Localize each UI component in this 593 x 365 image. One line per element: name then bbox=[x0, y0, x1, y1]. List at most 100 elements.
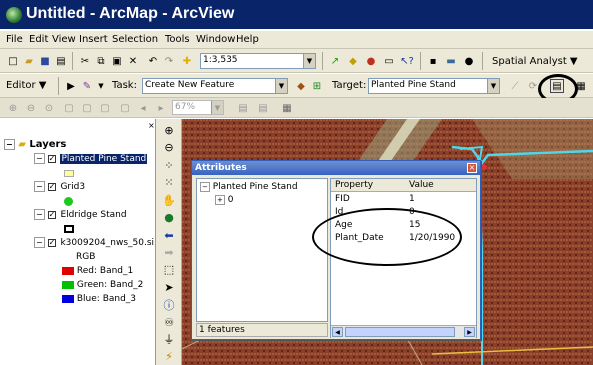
menu-file[interactable]: File bbox=[6, 34, 23, 45]
binoculars-icon[interactable]: ♾ bbox=[161, 316, 177, 330]
zoom-in-page-icon[interactable]: ⊕ bbox=[6, 101, 20, 115]
select-arrow-icon[interactable]: ➤ bbox=[161, 281, 177, 295]
fixed-zoom-icon[interactable]: ▢ bbox=[80, 101, 94, 115]
layers-root[interactable]: − ▰ Layers bbox=[4, 139, 66, 150]
collapse-icon[interactable]: − bbox=[34, 153, 45, 164]
layer-planted-pine-stand[interactable]: − ✓ Planted Pine Stand bbox=[34, 153, 148, 164]
table-row[interactable]: FID 1 bbox=[331, 194, 476, 206]
new-document-icon[interactable]: □ bbox=[6, 54, 20, 68]
split-tool-icon[interactable]: ⟋ bbox=[508, 79, 522, 93]
zoom-out-icon[interactable]: ⊖ bbox=[161, 141, 177, 155]
globe-icon[interactable]: ● bbox=[161, 211, 177, 225]
chevron-down-icon[interactable]: ▼ bbox=[487, 79, 499, 93]
collapse-icon[interactable]: − bbox=[34, 209, 45, 220]
collapse-icon[interactable]: − bbox=[34, 181, 45, 192]
menu-insert[interactable]: Insert bbox=[79, 34, 108, 45]
zoom-in-icon[interactable]: ⊕ bbox=[161, 124, 177, 138]
delete-icon[interactable]: ✕ bbox=[126, 54, 140, 68]
arctoolbox-icon[interactable]: ◆ bbox=[346, 54, 360, 68]
value-cell[interactable]: 1 bbox=[409, 194, 415, 204]
fixed-zoom-out-icon[interactable]: ▢ bbox=[98, 101, 112, 115]
visibility-checkbox[interactable]: ✓ bbox=[47, 182, 56, 191]
cut-icon[interactable]: ✂ bbox=[78, 54, 92, 68]
collapse-icon[interactable]: − bbox=[200, 182, 210, 192]
eldridge-symbol[interactable] bbox=[64, 225, 74, 233]
disk-icon[interactable]: ● bbox=[462, 54, 476, 68]
paste-icon[interactable]: ▣ bbox=[110, 54, 124, 68]
scroll-right-icon[interactable]: ▶ bbox=[464, 327, 475, 337]
horizontal-scrollbar[interactable]: ◀ ▶ bbox=[331, 325, 476, 338]
arccatalog-icon[interactable]: ● bbox=[364, 54, 378, 68]
focus-frame-icon[interactable]: ▤ bbox=[256, 101, 270, 115]
identify-icon[interactable]: ⓘ bbox=[161, 299, 177, 313]
layer-grid3[interactable]: − ✓ Grid3 bbox=[34, 181, 85, 192]
task-combo[interactable]: Create New Feature ▼ bbox=[142, 78, 288, 94]
save-icon[interactable]: ■ bbox=[38, 54, 52, 68]
measure-icon[interactable]: ⏚ bbox=[161, 333, 177, 347]
layer-eldridge-stand[interactable]: − ✓ Eldridge Stand bbox=[34, 209, 127, 220]
tree-item-feature[interactable]: + 0 bbox=[215, 195, 233, 205]
fixed-zoom-in-icon[interactable]: ⁘ bbox=[161, 159, 177, 173]
edit-tool-icon[interactable]: ▶ bbox=[64, 79, 78, 93]
sketch-tool-icon[interactable]: ✎ bbox=[80, 79, 94, 93]
zoom-combo[interactable]: 67% ▼ bbox=[172, 100, 224, 115]
close-icon[interactable]: × bbox=[148, 121, 155, 130]
scroll-left-icon[interactable]: ◀ bbox=[332, 327, 343, 337]
tree-root[interactable]: − Planted Pine Stand bbox=[200, 182, 298, 192]
visibility-checkbox[interactable]: ✓ bbox=[47, 210, 56, 219]
visibility-checkbox[interactable]: ✓ bbox=[47, 154, 56, 163]
editor-toolbar-icon[interactable]: ↗ bbox=[328, 54, 342, 68]
spatial-analyst-menu[interactable]: Spatial Analyst ▼ bbox=[492, 56, 578, 67]
menu-view[interactable]: View bbox=[52, 34, 76, 45]
add-data-icon[interactable]: ✚ bbox=[180, 54, 194, 68]
column-header-property[interactable]: Property bbox=[335, 180, 373, 190]
change-layout-icon[interactable]: ▦ bbox=[280, 101, 294, 115]
pine-stand-symbol[interactable] bbox=[64, 170, 74, 177]
pan-icon[interactable]: ✋ bbox=[161, 194, 177, 208]
attributes-pencil-icon[interactable]: ◆ bbox=[294, 79, 308, 93]
menu-window[interactable]: Window bbox=[196, 34, 235, 45]
editor-menu[interactable]: Editor ▼ bbox=[6, 80, 46, 91]
map-scale-combo[interactable]: 1:3,535 ▼ bbox=[200, 53, 316, 69]
menu-selection[interactable]: Selection bbox=[112, 34, 158, 45]
toggle-draft-icon[interactable]: ▤ bbox=[236, 101, 250, 115]
forward-icon[interactable]: ➡ bbox=[161, 246, 177, 260]
scroll-thumb[interactable] bbox=[345, 327, 455, 337]
zoom-out-page-icon[interactable]: ⊖ bbox=[24, 101, 38, 115]
chevron-down-icon[interactable]: ▼ bbox=[275, 79, 287, 93]
zoom-100-icon[interactable]: ▢ bbox=[118, 101, 132, 115]
back-icon[interactable]: ⬅ bbox=[161, 229, 177, 243]
camera-icon[interactable]: ▪ bbox=[426, 54, 440, 68]
collapse-icon[interactable]: − bbox=[34, 237, 45, 248]
menu-tools[interactable]: Tools bbox=[165, 34, 190, 45]
grid3-symbol[interactable] bbox=[64, 197, 73, 206]
add-icon[interactable]: ⊞ bbox=[310, 79, 324, 93]
command-line-icon[interactable]: ▭ bbox=[382, 54, 396, 68]
hyperlink-icon[interactable]: ⚡ bbox=[161, 350, 177, 364]
select-features-icon[interactable]: ⬚ bbox=[161, 263, 177, 277]
undo-icon[interactable]: ↶ bbox=[146, 54, 160, 68]
open-folder-icon[interactable]: ▰ bbox=[22, 54, 36, 68]
column-header-value[interactable]: Value bbox=[409, 180, 434, 190]
layout-icon[interactable]: ▬ bbox=[444, 54, 458, 68]
print-icon[interactable]: ▤ bbox=[54, 54, 68, 68]
menu-help[interactable]: Help bbox=[236, 34, 259, 45]
close-icon[interactable]: × bbox=[467, 163, 477, 173]
redo-icon[interactable]: ↷ bbox=[162, 54, 176, 68]
visibility-checkbox[interactable]: ✓ bbox=[47, 238, 56, 247]
pan-page-icon[interactable]: ⊙ bbox=[42, 101, 56, 115]
full-page-icon[interactable]: ▢ bbox=[62, 101, 76, 115]
whats-this-icon[interactable]: ↖? bbox=[400, 54, 414, 68]
chevron-down-icon[interactable]: ▼ bbox=[211, 101, 223, 114]
target-combo[interactable]: Planted Pine Stand ▼ bbox=[368, 78, 500, 94]
previous-extent-icon[interactable]: ◂ bbox=[136, 101, 150, 115]
layer-raster[interactable]: − ✓ k3009204_nws_50.si bbox=[34, 237, 154, 248]
chevron-down-icon[interactable]: ▼ bbox=[303, 54, 315, 68]
expand-icon[interactable]: + bbox=[215, 195, 225, 205]
fixed-zoom-out-icon[interactable]: ⁙ bbox=[161, 176, 177, 190]
copy-icon[interactable]: ⧉ bbox=[94, 54, 108, 68]
menu-edit[interactable]: Edit bbox=[29, 34, 48, 45]
collapse-icon[interactable]: − bbox=[4, 139, 15, 150]
chevron-down-icon[interactable]: ▼ bbox=[94, 79, 108, 93]
next-extent-icon[interactable]: ▸ bbox=[154, 101, 168, 115]
